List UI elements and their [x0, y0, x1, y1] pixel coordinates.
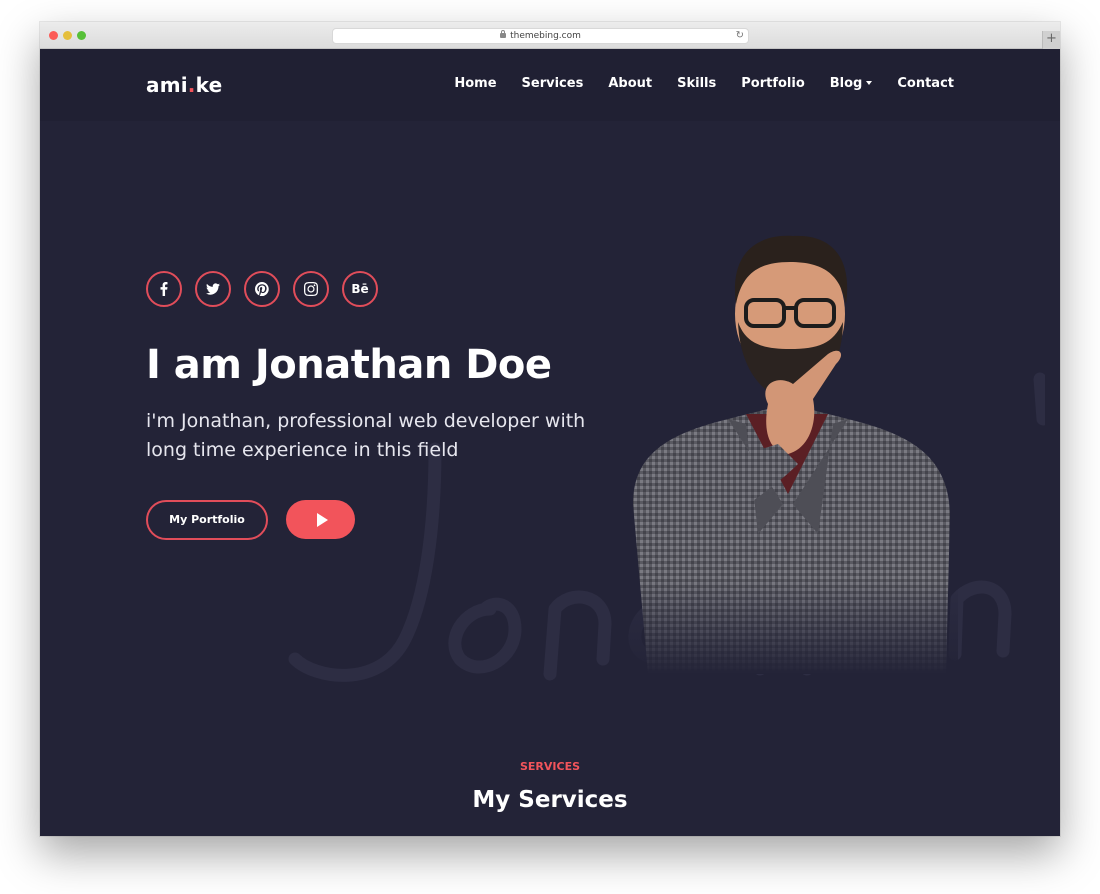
- services-section-title: My Services: [472, 787, 628, 813]
- facebook-link[interactable]: [146, 271, 182, 307]
- site-logo[interactable]: ami.ke: [146, 73, 222, 97]
- pinterest-icon: [255, 282, 269, 296]
- pinterest-link[interactable]: [244, 271, 280, 307]
- minimize-window-icon[interactable]: [63, 31, 72, 40]
- site-header: ami.ke Home Services About Skills Portfo…: [40, 49, 1060, 121]
- behance-icon: Bē: [351, 282, 369, 296]
- address-bar[interactable]: themebing.com ↻: [332, 28, 749, 44]
- page: ami.ke Home Services About Skills Portfo…: [40, 49, 1060, 836]
- logo-dot: .: [187, 73, 196, 97]
- nav-about[interactable]: About: [608, 76, 652, 91]
- services-section-label: SERVICES: [519, 760, 581, 773]
- nav-blog[interactable]: Blog: [830, 76, 873, 91]
- behance-link[interactable]: Bē: [342, 271, 378, 307]
- instagram-icon: [304, 282, 318, 296]
- hero-title: I am Jonathan Doe: [146, 342, 552, 388]
- nav-contact[interactable]: Contact: [897, 76, 954, 91]
- close-window-icon[interactable]: [49, 31, 58, 40]
- main-nav: Home Services About Skills Portfolio Blo…: [454, 76, 954, 91]
- reload-icon[interactable]: ↻: [736, 29, 744, 43]
- play-icon: [316, 512, 328, 527]
- address-text: themebing.com: [510, 31, 581, 41]
- nav-skills[interactable]: Skills: [677, 76, 716, 91]
- browser-titlebar: themebing.com ↻ +: [40, 22, 1060, 49]
- browser-window: themebing.com ↻ + ami.ke Home Services A…: [40, 22, 1060, 836]
- new-tab-button[interactable]: +: [1042, 31, 1060, 49]
- nav-blog-label: Blog: [829, 76, 863, 91]
- twitter-icon: [206, 283, 220, 295]
- facebook-icon: [160, 282, 168, 296]
- my-portfolio-button[interactable]: My Portfolio: [146, 500, 268, 540]
- lock-icon: [500, 30, 507, 38]
- logo-text-end: ke: [195, 73, 223, 97]
- instagram-link[interactable]: [293, 271, 329, 307]
- hero-subtitle: i'm Jonathan, professional web developer…: [146, 410, 586, 461]
- play-video-button[interactable]: [286, 500, 355, 539]
- nav-portfolio[interactable]: Portfolio: [741, 76, 805, 91]
- nav-home[interactable]: Home: [454, 76, 496, 91]
- chevron-down-icon: [866, 80, 873, 85]
- maximize-window-icon[interactable]: [77, 31, 86, 40]
- nav-services[interactable]: Services: [522, 76, 584, 91]
- portrait-photo: [628, 204, 958, 674]
- logo-text-start: ami: [146, 73, 188, 97]
- social-links: Bē: [146, 271, 378, 307]
- twitter-link[interactable]: [195, 271, 231, 307]
